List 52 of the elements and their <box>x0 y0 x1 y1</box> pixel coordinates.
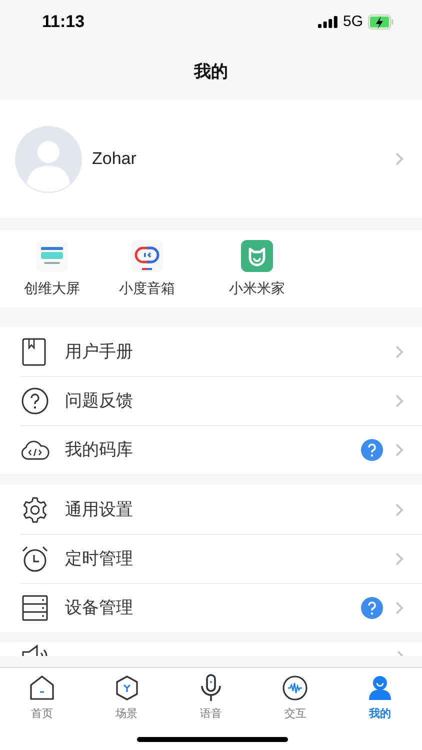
book-icon <box>22 338 48 366</box>
signal-icon <box>318 16 338 28</box>
menu-item[interactable]: 定时管理 <box>20 534 422 583</box>
network-label: 5G <box>342 12 363 32</box>
tab-item[interactable]: 交互 <box>253 674 338 722</box>
home-app-icon <box>241 240 273 272</box>
chevron-icon <box>395 502 404 516</box>
tab-item[interactable]: 语音 <box>168 674 254 722</box>
alarm-clock-icon <box>21 545 49 573</box>
server-icon <box>22 595 48 621</box>
menu-label: 问题反馈 <box>65 390 134 412</box>
tab-item[interactable]: 我的 <box>338 674 422 722</box>
menu-item[interactable]: 我的码库 <box>20 425 422 474</box>
speaker-icon <box>21 644 49 656</box>
speaker-app-icon <box>131 240 163 272</box>
app-label: 创维大屏 <box>24 279 80 298</box>
menu-label: 用户手册 <box>65 340 134 363</box>
user-icon <box>366 674 393 702</box>
avatar-icon <box>15 126 82 192</box>
hexagon-icon <box>114 674 140 702</box>
chevron-icon <box>395 601 404 615</box>
menu-label: 定时管理 <box>65 548 134 570</box>
settings-icon <box>21 496 49 524</box>
chevron-icon <box>397 651 404 656</box>
menu-item[interactable]: 通用设置 <box>0 485 422 534</box>
waveform-circle-icon <box>282 674 308 702</box>
app-shortcut[interactable]: 小米米家 <box>212 240 302 299</box>
chevron-icon <box>395 394 404 408</box>
app-label: 小度音箱 <box>119 279 175 298</box>
menu-item[interactable]: 设备管理 <box>20 583 422 632</box>
house-icon <box>29 674 56 702</box>
cloud-code-icon <box>20 439 50 461</box>
menu-label: 我的码库 <box>65 439 134 462</box>
menu-item[interactable] <box>0 642 422 656</box>
profile-name: Zohar <box>92 148 138 170</box>
help-circle-icon <box>21 387 49 415</box>
app-shortcut[interactable]: 创维大屏 <box>22 240 82 299</box>
page-title: 我的 <box>194 61 228 84</box>
chevron-icon <box>395 552 404 566</box>
chevron-icon <box>395 443 404 457</box>
menu-item[interactable]: 用户手册 <box>0 327 422 376</box>
chevron-icon <box>395 152 404 166</box>
app-label: 小米米家 <box>229 279 285 298</box>
tab-item[interactable]: 场景 <box>84 674 169 722</box>
profile-card[interactable]: Zohar <box>0 100 422 218</box>
chevron-icon <box>395 344 404 358</box>
menu-label: 通用设置 <box>65 498 134 521</box>
app-shortcut[interactable]: 小度音箱 <box>102 240 192 299</box>
status-time: 11:13 <box>42 11 85 34</box>
menu-item[interactable]: 问题反馈 <box>20 376 422 425</box>
tab-item[interactable]: 首页 <box>0 674 84 722</box>
menu-label: 设备管理 <box>65 597 134 620</box>
